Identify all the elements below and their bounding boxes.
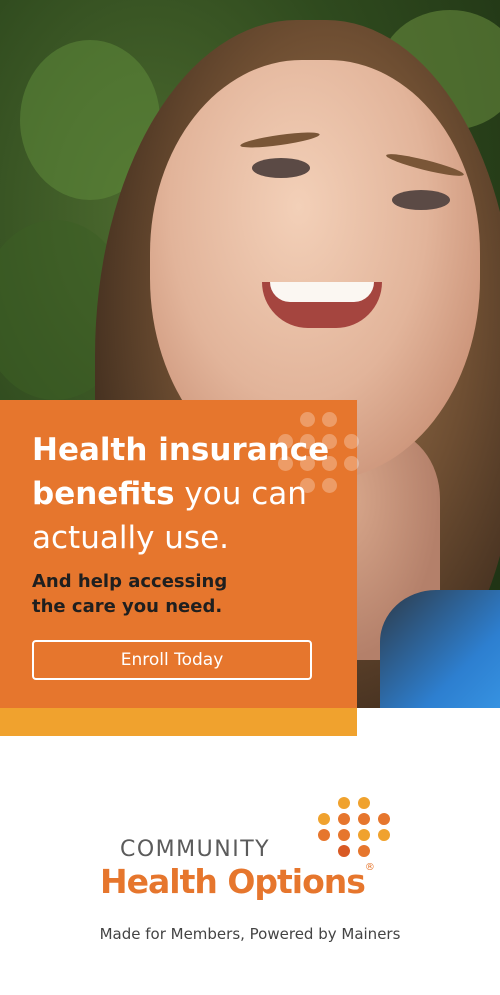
- subheadline: And help accessing the care you need.: [32, 569, 332, 619]
- teeth-shape: [270, 282, 374, 302]
- tagline: Made for Members, Powered by Mainers: [99, 925, 401, 943]
- logo-community-text: COMMUNITY: [120, 837, 271, 862]
- logo-dot-cluster-icon: [310, 795, 400, 865]
- headline-light-line-3: actually use.: [32, 520, 229, 556]
- logo-brand-name: Health Options: [100, 862, 366, 901]
- subheadline-line-1: And help accessing: [32, 571, 228, 592]
- subheadline-line-2: the care you need.: [32, 596, 223, 617]
- headline-bold-line-1: Health insurance: [32, 432, 330, 468]
- blue-jacket-shape: [380, 590, 500, 708]
- registered-mark: ®: [364, 862, 375, 873]
- eye-right: [392, 190, 450, 210]
- eye-left: [252, 158, 310, 178]
- community-health-options-logo: COMMUNITY Health Options®: [100, 795, 400, 905]
- health-insurance-banner-ad: Health insurance benefits you can actual…: [0, 0, 500, 995]
- enroll-today-button[interactable]: Enroll Today: [32, 640, 312, 680]
- headline-bold-line-2: benefits: [32, 476, 175, 512]
- headline-light-line-2: you can: [174, 476, 307, 512]
- headline: Health insurance benefits you can actual…: [32, 428, 352, 560]
- panel-accent-stripe: [0, 708, 357, 736]
- logo-brand-text: Health Options®: [100, 862, 375, 901]
